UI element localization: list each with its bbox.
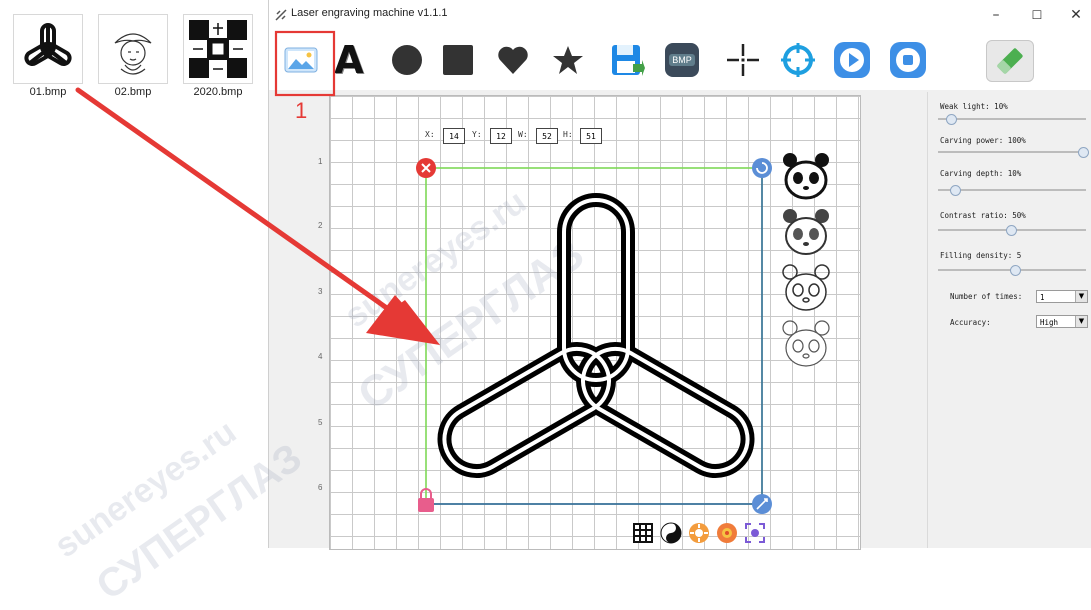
grid-icon[interactable] [632, 522, 654, 544]
lock-handle [418, 498, 434, 512]
yin-yang-icon[interactable] [660, 522, 682, 544]
preset-list [780, 150, 832, 377]
annotation-number: 1 [295, 98, 308, 123]
canvas-overlay [75, 30, 772, 514]
orange-gear-icon[interactable] [688, 522, 710, 544]
triskelion-image [437, 193, 755, 478]
panda-outline-icon [782, 264, 830, 311]
focus-frame-icon[interactable] [744, 522, 766, 544]
panda-sketch-icon [783, 209, 829, 255]
annotation-arrow [75, 87, 421, 333]
panda-outline-light-icon [782, 320, 830, 367]
canvas-bottom-tools [632, 522, 780, 546]
selection-frame [425, 167, 763, 505]
rotate-handle [752, 158, 772, 178]
orange-flower-icon[interactable] [716, 522, 738, 544]
panda-filled-icon [783, 153, 829, 200]
highlight-box [274, 30, 336, 97]
